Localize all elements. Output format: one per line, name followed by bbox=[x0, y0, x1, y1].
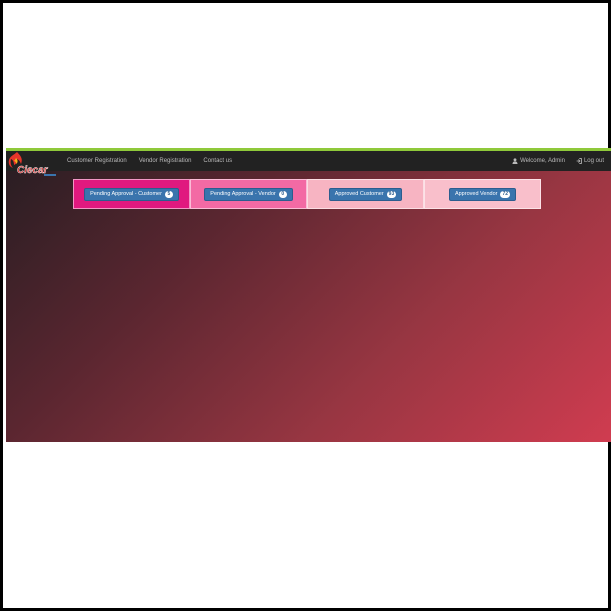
nav-link-customer-registration[interactable]: Customer Registration bbox=[67, 158, 127, 164]
user-icon bbox=[512, 158, 518, 164]
approved-customer-count: 93 bbox=[386, 190, 397, 198]
nav-link-vendor-registration[interactable]: Vendor Registration bbox=[139, 158, 192, 164]
welcome-text: Welcome, Admin bbox=[520, 158, 565, 164]
summary-tiles: Pending Approval - Customer 5 Pending Ap… bbox=[73, 179, 541, 209]
logout-text: Log out bbox=[583, 158, 604, 164]
approved-customer-label: Approved Customer bbox=[334, 191, 384, 197]
approved-vendor-label: Approved Vendor bbox=[454, 191, 498, 197]
logout-icon bbox=[576, 158, 582, 164]
nav-right: Welcome, Admin Log out bbox=[512, 151, 604, 171]
pending-customer-label: Pending Approval - Customer bbox=[90, 191, 162, 197]
nav-links: Customer Registration Vendor Registratio… bbox=[67, 151, 232, 171]
welcome-user[interactable]: Welcome, Admin bbox=[512, 158, 565, 164]
svg-text:Ciecar: Ciecar bbox=[17, 165, 49, 176]
approved-vendor-button[interactable]: Approved Vendor 72 bbox=[448, 187, 517, 201]
tile-pending-vendor: Pending Approval - Vendor 0 bbox=[190, 179, 307, 209]
nav-link-contact-us[interactable]: Contact us bbox=[203, 158, 232, 164]
pending-vendor-label: Pending Approval - Vendor bbox=[210, 191, 276, 197]
pending-customer-count: 5 bbox=[164, 190, 173, 198]
approved-customer-button[interactable]: Approved Customer 93 bbox=[328, 187, 403, 201]
pending-customer-button[interactable]: Pending Approval - Customer 5 bbox=[84, 187, 179, 201]
app-window: Customer Registration Vendor Registratio… bbox=[6, 148, 611, 442]
pending-vendor-count: 0 bbox=[278, 190, 287, 198]
brand-logo[interactable]: Ciecar bbox=[8, 151, 58, 179]
screenshot-frame: Customer Registration Vendor Registratio… bbox=[0, 0, 611, 611]
pending-vendor-button[interactable]: Pending Approval - Vendor 0 bbox=[204, 187, 293, 201]
logout-link[interactable]: Log out bbox=[576, 158, 604, 164]
approved-vendor-count: 72 bbox=[500, 190, 511, 198]
tile-approved-vendor: Approved Vendor 72 bbox=[424, 179, 541, 209]
top-navbar: Customer Registration Vendor Registratio… bbox=[6, 151, 611, 171]
tile-pending-customer: Pending Approval - Customer 5 bbox=[73, 179, 190, 209]
dashboard-content: Pending Approval - Customer 5 Pending Ap… bbox=[6, 171, 611, 442]
tile-approved-customer: Approved Customer 93 bbox=[307, 179, 424, 209]
